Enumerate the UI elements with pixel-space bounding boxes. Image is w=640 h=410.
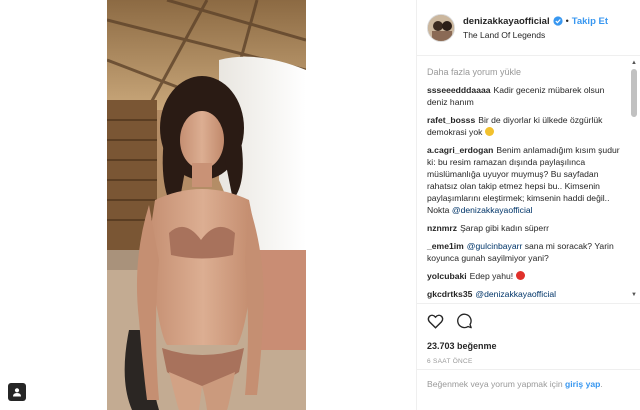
comment-login-prompt: Beğenmek veya yorum yapmak için giriş ya… [417,369,640,410]
comment-mention[interactable]: @denizakkayaofficial [452,205,533,215]
post-media-area [0,0,416,410]
comment-text: Şarap gibi kadın süperr [460,223,549,233]
comments-list[interactable]: Daha fazla yorum yükle ssseeedddaaaa Kadi… [417,57,640,303]
angry-emoji-icon [515,271,525,280]
comment-item: gkcdrtks35 @denizakkayaofficial [427,288,627,300]
comment-mention[interactable]: @gulcinbayarr [467,241,523,251]
comment-item: nznmrz Şarap gibi kadın süperr [427,222,627,234]
comment-username[interactable]: _eme1im [427,241,464,251]
scrollbar-thumb[interactable] [631,69,637,117]
comments-scrollbar[interactable]: ▲ ▼ [630,59,638,299]
separator-dot: • [565,16,569,26]
location-link[interactable]: The Land Of Legends [463,30,608,40]
verified-badge-icon [553,16,563,26]
user-tag-icon[interactable] [8,383,26,401]
comment-prompt-text: Beğenmek veya yorum yapmak için [427,379,563,389]
comment-text: Edep yahu! [469,271,514,281]
comment-item: yolcubaki Edep yahu! [427,270,627,282]
post-photo-illustration [107,0,306,410]
comment-username[interactable]: gkcdrtks35 [427,289,472,299]
scroll-down-arrow-icon[interactable]: ▼ [630,291,638,299]
comment-username[interactable]: rafet_bosss [427,115,475,125]
likes-count[interactable]: 23.703 beğenme [427,341,631,351]
comment-item: rafet_bosss Bir de diyorlar ki ülkede özg… [427,114,627,138]
post-header: denizakkayaofficial • Takip Et The Land … [417,0,640,56]
avatar[interactable] [427,13,455,42]
login-link[interactable]: giriş yap [565,379,600,389]
post-timestamp[interactable]: 6 SAAT ÖNCE [427,358,631,365]
comment-item: ssseeedddaaaa Kadir geceniz mübarek olsun… [427,84,627,108]
comment-username[interactable]: yolcubaki [427,271,467,281]
scroll-up-arrow-icon[interactable]: ▲ [630,59,638,67]
load-more-comments-link[interactable]: Daha fazla yorum yükle [427,67,627,77]
comment-mention[interactable]: @denizakkayaofficial [475,289,556,299]
comment-prompt-end: . [600,379,603,389]
post-actions: 23.703 beğenme 6 SAAT ÖNCE [417,303,640,365]
post-side-panel: denizakkayaofficial • Takip Et The Land … [416,0,640,410]
follow-button[interactable]: Takip Et [572,16,608,27]
smile-emoji-icon [484,127,494,136]
comment-icon[interactable] [456,313,473,331]
heart-icon[interactable] [427,313,444,331]
comment-item: _eme1im @gulcinbayarr sana mi soracak? Ya… [427,240,627,264]
username-link[interactable]: denizakkayaofficial [463,16,550,27]
comment-item: a.cagri_erdogan Benim anlamadığım kısım ş… [427,144,627,216]
comment-username[interactable]: nznmrz [427,223,457,233]
post-photo[interactable] [107,0,306,410]
comment-username[interactable]: ssseeedddaaaa [427,85,491,95]
comment-username[interactable]: a.cagri_erdogan [427,145,493,155]
